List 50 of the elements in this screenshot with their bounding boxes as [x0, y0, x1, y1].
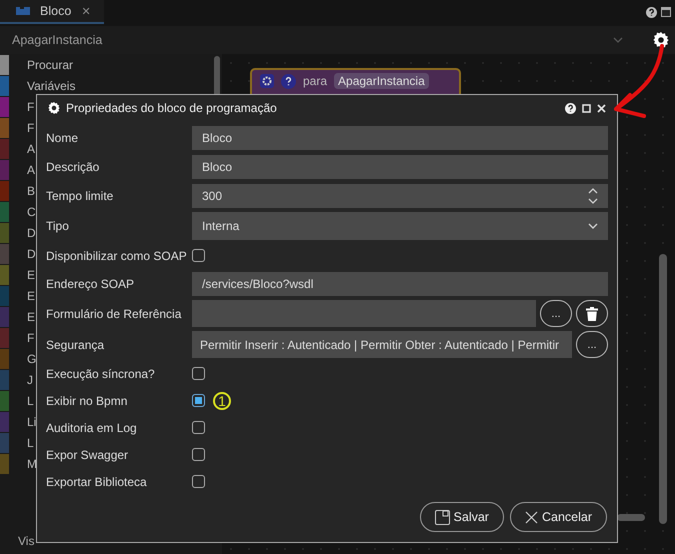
- editor-tab[interactable]: Bloco ✕: [0, 0, 104, 24]
- field-label: Tempo limite: [46, 188, 114, 202]
- category-item[interactable]: D: [27, 226, 36, 238]
- browse-button[interactable]: ...: [540, 300, 572, 327]
- category-item[interactable]: L: [27, 436, 34, 448]
- cancel-button[interactable]: Cancelar: [510, 502, 607, 532]
- category-item[interactable]: A: [27, 142, 36, 154]
- block-name-field[interactable]: ApagarInstancia: [334, 73, 429, 89]
- category-item[interactable]: A: [27, 164, 36, 176]
- select-field[interactable]: Interna: [192, 212, 608, 240]
- category-item[interactable]: B: [27, 184, 36, 196]
- category-item[interactable]: E: [27, 290, 36, 302]
- dialog-title: Propriedades do bloco de programação: [66, 101, 278, 115]
- category-item[interactable]: J: [27, 374, 33, 386]
- number-field[interactable]: 300: [192, 184, 608, 208]
- category-item[interactable]: E: [27, 268, 36, 280]
- browse-button[interactable]: ...: [576, 331, 608, 358]
- field-label: Disponibilizar como SOAP: [46, 248, 188, 262]
- category-item[interactable]: Variáveis: [27, 80, 76, 92]
- picker-field[interactable]: Permitir Inserir : Autenticado | Permitir Obter : Autenticado | Permitir: [192, 331, 572, 358]
- category-item[interactable]: Procurar: [27, 58, 74, 70]
- step-marker: 1: [213, 392, 231, 410]
- field-label: Segurança: [46, 338, 106, 352]
- field-label: Endereço SOAP: [46, 276, 136, 290]
- category-item[interactable]: M: [27, 458, 37, 470]
- text-field[interactable]: Bloco: [192, 154, 608, 178]
- field-label: Exportar Biblioteca: [46, 474, 148, 488]
- field-label: Exibir no Bpmn: [46, 394, 128, 408]
- category-item[interactable]: F: [27, 100, 34, 112]
- category-item[interactable]: F: [27, 122, 34, 134]
- block-keyword: para: [303, 74, 328, 88]
- field-label: Auditoria em Log: [46, 420, 138, 434]
- category-item[interactable]: L: [27, 394, 34, 406]
- text-field[interactable]: /services/Bloco?wsdl: [192, 272, 608, 296]
- field-label: Expor Swagger: [46, 448, 130, 462]
- field-label: Execução síncrona?: [46, 366, 156, 380]
- tab-label: Bloco: [40, 4, 72, 18]
- close-tab-button[interactable]: ✕: [81, 4, 90, 18]
- category-item[interactable]: F: [27, 332, 34, 344]
- category-item[interactable]: Li: [27, 416, 36, 428]
- field-label: Formulário de Referência: [46, 306, 182, 320]
- category-item[interactable]: C: [27, 206, 36, 218]
- category-item[interactable]: G: [27, 352, 36, 364]
- field-label: Descrição: [46, 160, 100, 174]
- category-item[interactable]: D: [27, 248, 36, 260]
- category-item[interactable]: E: [27, 310, 36, 322]
- field-label: Nome: [46, 130, 80, 144]
- save-button[interactable]: Salvar: [420, 502, 504, 532]
- text-field[interactable]: Bloco: [192, 126, 608, 150]
- field-label: Tipo: [46, 219, 70, 233]
